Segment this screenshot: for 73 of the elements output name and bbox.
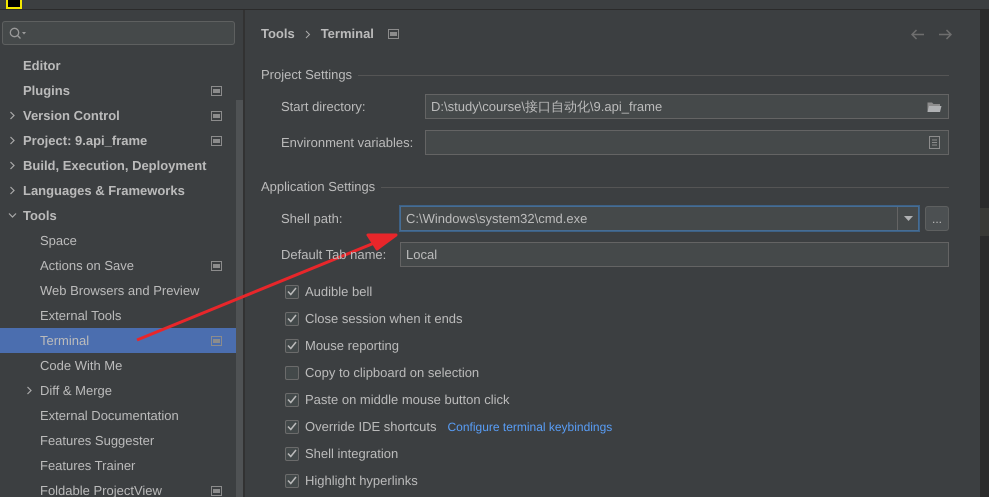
chevron-right-icon[interactable] (8, 136, 17, 145)
input-field[interactable]: Local (400, 242, 949, 267)
sidebar-item[interactable]: Features Trainer (0, 453, 236, 478)
checkmark-icon (287, 287, 297, 296)
sidebar-item[interactable]: Editor (0, 53, 236, 78)
sidebar-item[interactable]: Actions on Save (0, 253, 236, 278)
field-label: Shell path: (281, 210, 344, 228)
project-scope-icon (211, 486, 222, 496)
search-icon (9, 26, 27, 40)
sidebar-item[interactable]: Plugins (0, 78, 236, 103)
shell-path-combo[interactable]: C:\Windows\system32\cmd.exe (400, 206, 919, 231)
project-scope-icon (211, 110, 222, 120)
sidebar-item[interactable]: Diff & Merge (0, 378, 236, 403)
checkmark-icon (287, 341, 297, 350)
checkbox[interactable] (285, 474, 299, 488)
project-scope-icon (211, 260, 222, 270)
field-label: Default Tab name: (281, 246, 388, 264)
breadcrumb-separator-icon (304, 30, 311, 38)
checkmark-icon (287, 449, 297, 458)
input-field[interactable] (425, 130, 949, 155)
sidebar-item[interactable]: Languages & Frameworks (0, 178, 236, 203)
scrollbar[interactable] (236, 100, 243, 497)
keybindings-link[interactable]: Configure terminal keybindings (448, 418, 612, 436)
sidebar-item[interactable]: External Documentation (0, 403, 236, 428)
checkbox[interactable] (285, 338, 299, 352)
document-icon[interactable] (929, 136, 940, 149)
checkbox-label: Highlight hyperlinks (305, 472, 418, 490)
sidebar-item[interactable]: Code With Me (0, 353, 236, 378)
section-title: Application Settings (261, 178, 376, 196)
section-title: Project Settings (261, 66, 352, 84)
input-field[interactable]: D:\study\course\接口自动化\9.api_frame (425, 94, 949, 119)
checkbox-label: Shell integration (305, 444, 398, 463)
checkbox[interactable] (285, 392, 299, 406)
sidebar-item[interactable]: Build, Execution, Deployment (0, 153, 236, 178)
project-scope-icon (211, 336, 222, 346)
checkbox[interactable] (285, 366, 299, 380)
project-scope-icon (388, 29, 399, 39)
sidebar-item[interactable]: Project: 9.api_frame (0, 128, 236, 153)
checkbox-label: Audible bell (305, 282, 372, 301)
sidebar-item[interactable]: Version Control (0, 103, 236, 128)
field-label: Start directory: (281, 98, 367, 116)
checkbox[interactable] (285, 312, 299, 326)
checkbox[interactable] (285, 420, 299, 434)
checkbox[interactable] (285, 446, 299, 460)
browse-button[interactable]: ... (925, 206, 949, 231)
chevron-right-icon[interactable] (8, 111, 17, 120)
chevron-right-icon[interactable] (8, 161, 17, 170)
checkbox-label: Paste on middle mouse button click (305, 390, 510, 409)
project-scope-icon (211, 136, 222, 146)
checkbox-label: Mouse reporting (305, 336, 399, 355)
checkmark-icon (287, 395, 297, 404)
field-label: Environment variables: (281, 134, 414, 152)
dropdown-arrow-icon[interactable] (904, 216, 912, 221)
folder-icon[interactable] (927, 100, 942, 112)
chevron-down-icon[interactable] (8, 211, 17, 220)
search-field[interactable] (2, 21, 235, 45)
project-scope-icon (211, 86, 222, 96)
sidebar-item[interactable]: Features Suggester (0, 428, 236, 453)
checkbox-label: Override IDE shortcuts (305, 418, 436, 436)
sidebar-item[interactable]: External Tools (0, 303, 236, 328)
checkbox-label: Copy to clipboard on selection (305, 364, 480, 382)
checkmark-icon (287, 314, 297, 323)
sidebar-item[interactable]: Web Browsers and Preview (0, 278, 236, 303)
chevron-right-icon[interactable] (8, 186, 17, 195)
checkmark-icon (287, 476, 297, 485)
checkbox[interactable] (285, 284, 299, 298)
checkbox-label: Close session when it ends (305, 310, 463, 328)
chevron-right-icon[interactable] (25, 386, 34, 395)
breadcrumb-item[interactable]: Tools (261, 24, 295, 44)
sidebar-item[interactable]: Space (0, 228, 236, 253)
sidebar-item[interactable]: Tools (0, 203, 236, 228)
checkmark-icon (287, 422, 297, 431)
breadcrumb-item: Terminal (320, 25, 374, 44)
